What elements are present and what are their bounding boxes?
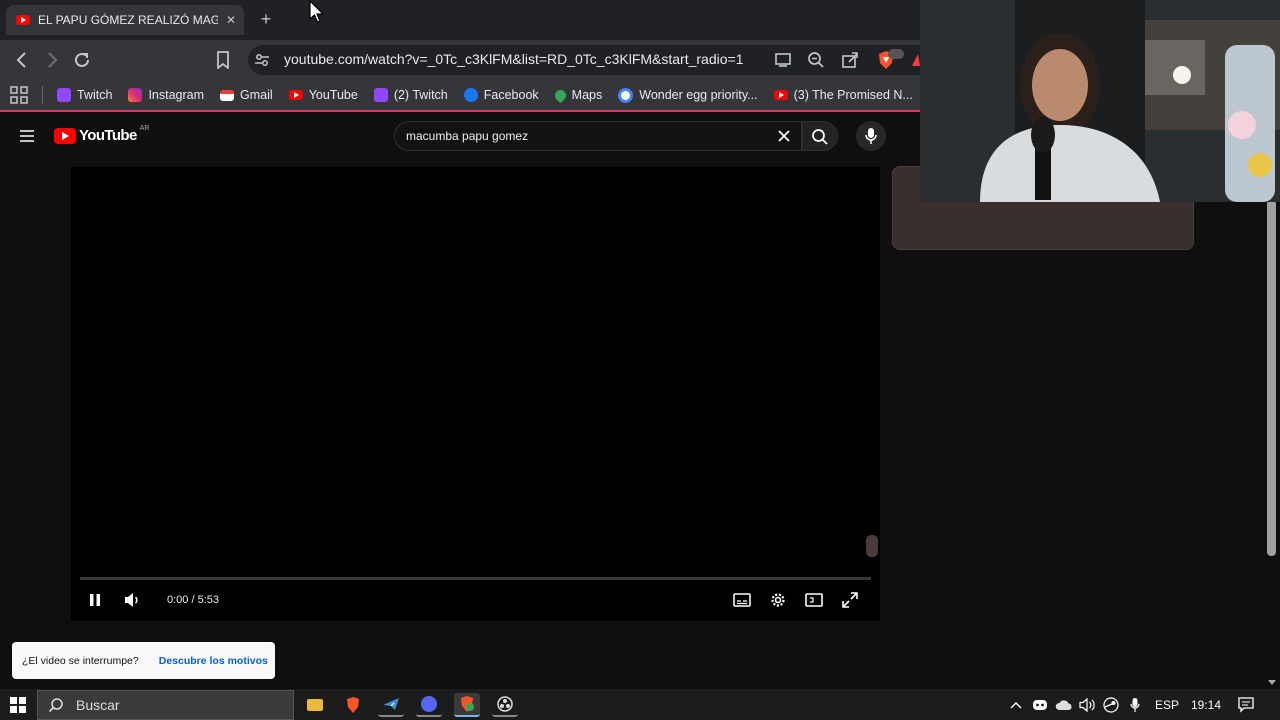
bookmarks-bar: Twitch Instagram Gmail YouTube (2) Twitc… (0, 80, 920, 112)
input-language[interactable]: ESP (1155, 698, 1179, 712)
theater-mode-icon[interactable] (805, 592, 823, 608)
webcam-feed-image (920, 0, 1280, 202)
bookmark-label: Facebook (483, 88, 539, 102)
maps-pin-icon (552, 87, 568, 103)
bookmark-facebook[interactable]: Facebook (463, 88, 539, 102)
clear-search-icon[interactable] (777, 129, 791, 143)
twitch-icon (373, 88, 388, 102)
tray-microphone-icon[interactable] (1130, 697, 1140, 713)
video-time: 0:00 / 5:53 (167, 594, 219, 606)
volume-icon[interactable] (123, 592, 141, 608)
bookmark-label: Twitch (77, 88, 113, 102)
bookmarks-divider (42, 86, 43, 104)
youtube-logo-icon (54, 127, 76, 144)
youtube-logo-text: YouTube (79, 127, 137, 144)
discord-app[interactable] (416, 693, 442, 717)
settings-gear-icon[interactable] (769, 591, 787, 609)
bookmark-label: Gmail (240, 88, 273, 102)
discord-icon (421, 696, 437, 712)
apps-grid-icon[interactable] (10, 86, 28, 104)
bookmark-label: Instagram (148, 88, 205, 102)
back-icon[interactable] (14, 51, 30, 69)
page-scrollbar[interactable] (1267, 200, 1276, 556)
tray-overflow-icon[interactable] (1009, 700, 1023, 710)
brave-lion-icon (347, 697, 359, 713)
cast-icon[interactable] (774, 52, 792, 68)
file-explorer-app[interactable] (302, 693, 328, 717)
gmail-icon (220, 89, 235, 101)
tab-close-icon[interactable]: ✕ (226, 13, 236, 27)
webcam-overlay (920, 0, 1280, 202)
notifications-icon[interactable] (1238, 697, 1254, 713)
new-tab-button[interactable]: + (256, 8, 276, 30)
youtube-logo[interactable]: YouTube AR (54, 125, 150, 144)
onedrive-cloud-icon[interactable] (1055, 699, 1073, 711)
brave-app[interactable] (340, 693, 366, 717)
brave-browser-icon (461, 696, 474, 712)
bookmark-instagram[interactable]: Instagram (128, 88, 204, 102)
instagram-icon (128, 88, 143, 102)
youtube-icon (773, 90, 788, 100)
bookmark-label: (3) The Promised N... (793, 88, 913, 102)
bookmark-google[interactable]: Wonder egg priority... (618, 87, 758, 103)
tab-title: EL PAPU GÓMEZ REALIZÓ MAGIA (38, 13, 218, 27)
url-text: youtube.com/watch?v=_0Tc_c3KlFM&list=RD_… (284, 51, 744, 67)
fullscreen-icon[interactable] (841, 591, 859, 609)
notice-question: ¿El video se interrumpe? (22, 654, 139, 667)
search-icon (812, 129, 828, 145)
bookmark-icon[interactable] (216, 51, 230, 69)
bookmark-label: (2) Twitch (393, 88, 448, 102)
notification-badge (888, 49, 904, 59)
search-query: macumba papu gomez (406, 129, 529, 143)
facebook-icon (463, 88, 478, 102)
bookmark-gmail[interactable]: Gmail (220, 88, 273, 102)
tray-steam-icon[interactable] (1103, 697, 1119, 713)
pause-icon[interactable] (88, 593, 102, 607)
folder-icon (307, 699, 323, 711)
channel-watermark (866, 535, 878, 557)
youtube-icon (288, 90, 303, 100)
forward-icon[interactable] (44, 51, 60, 69)
mouse-cursor-icon (309, 0, 325, 23)
taskbar-search-icon (48, 698, 63, 713)
bookmark-maps[interactable]: Maps (552, 87, 603, 103)
notice-link[interactable]: Descubre los motivos (159, 655, 268, 667)
reload-icon[interactable] (73, 51, 91, 69)
taskbar-clock[interactable]: 19:14 (1191, 698, 1221, 712)
tray-discord-icon[interactable] (1032, 698, 1048, 712)
menu-icon[interactable] (19, 129, 35, 143)
google-icon (618, 87, 634, 103)
region-code: AR (139, 125, 150, 132)
twitch-icon (57, 88, 71, 102)
obs-app[interactable] (492, 693, 518, 717)
bookmark-twitch[interactable]: Twitch (57, 88, 112, 102)
subtitles-icon[interactable] (733, 592, 751, 608)
site-settings-icon[interactable] (254, 52, 270, 68)
bookmark-label: YouTube (308, 88, 358, 102)
brave-browser-active-app[interactable] (454, 693, 480, 717)
playback-notice: ¿El video se interrumpe? Descubre los mo… (12, 642, 275, 679)
progress-bar[interactable] (80, 577, 871, 580)
microphone-icon (865, 128, 877, 144)
steam-app[interactable] (378, 693, 404, 717)
zoom-icon[interactable] (807, 51, 825, 69)
bookmark-youtube-2[interactable]: (3) The Promised N... (773, 88, 913, 102)
obs-icon (497, 696, 513, 712)
bookmark-twitch-2[interactable]: (2) Twitch (373, 88, 448, 102)
bookmark-label: Maps (571, 88, 603, 102)
rewards-icon[interactable] (910, 52, 920, 68)
video-player[interactable] (71, 167, 880, 621)
speaker-volume-icon[interactable] (1079, 698, 1097, 712)
bookmark-label: Wonder egg priority... (639, 88, 758, 102)
browser-tab[interactable]: EL PAPU GÓMEZ REALIZÓ MAGIA ✕ (6, 5, 244, 35)
scroll-down-icon[interactable] (1267, 679, 1277, 687)
share-icon[interactable] (841, 51, 859, 69)
taskbar-search-placeholder: Buscar (76, 697, 120, 713)
bookmark-youtube[interactable]: YouTube (288, 88, 358, 102)
steam-icon (383, 698, 399, 710)
windows-start-icon[interactable] (10, 697, 26, 713)
youtube-favicon-icon (16, 15, 30, 25)
